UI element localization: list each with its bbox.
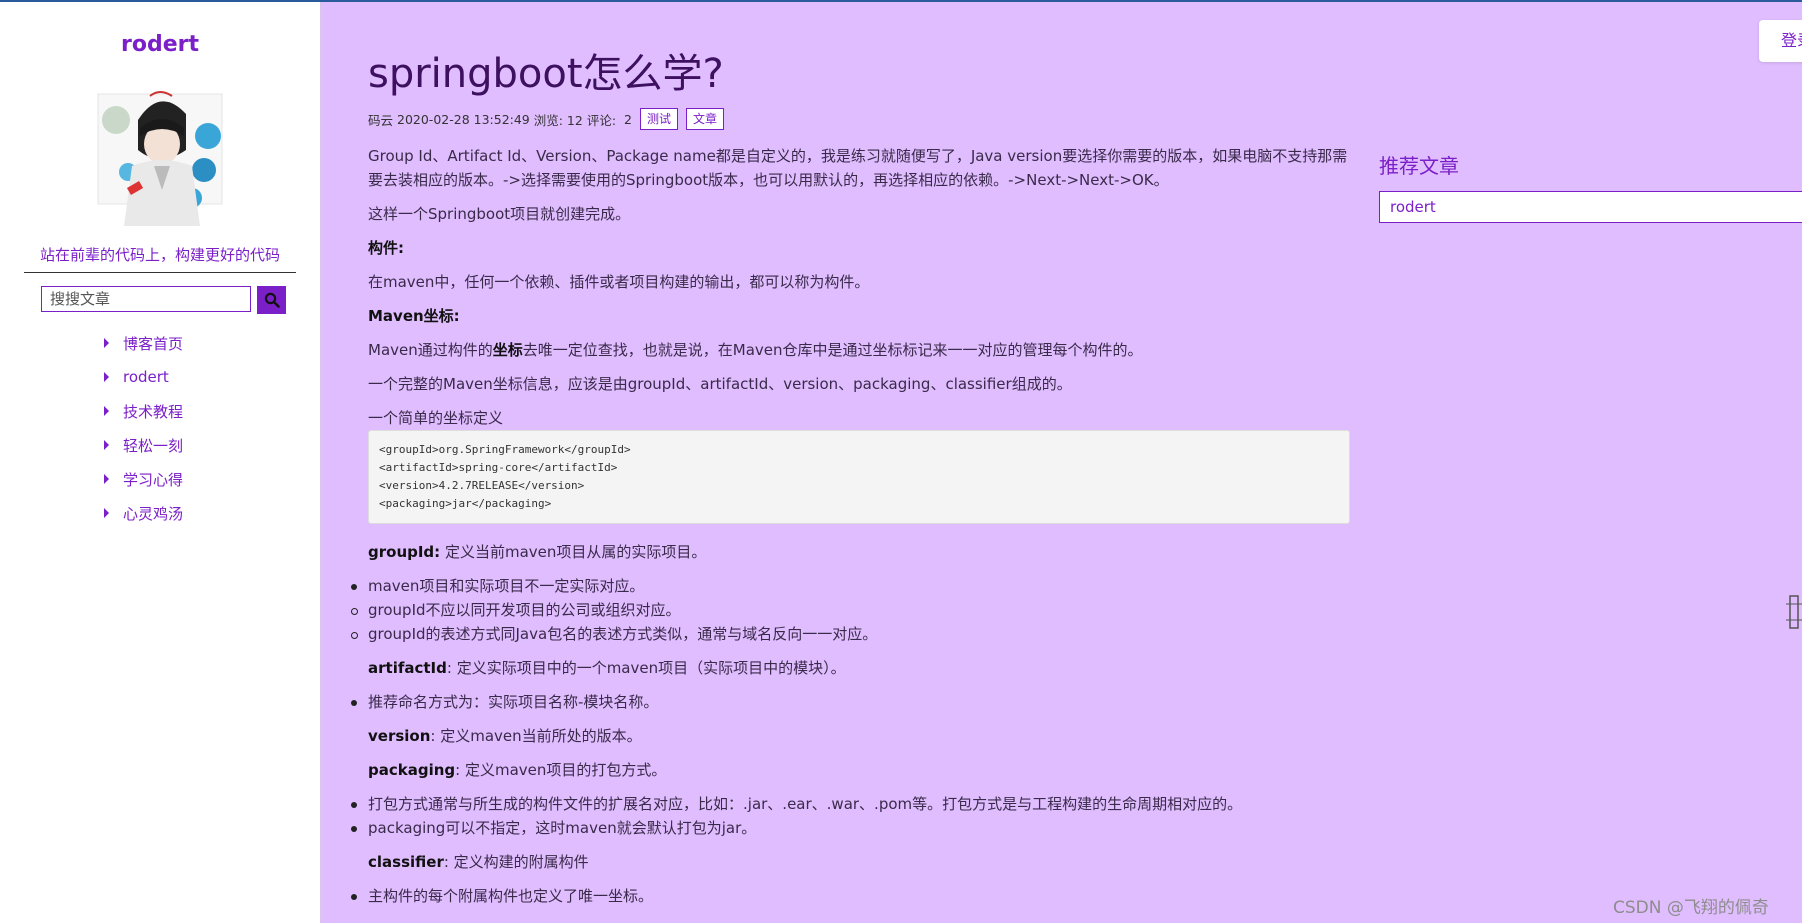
paragraph: 在maven中，任何一个依赖、插件或者项目构建的输出，都可以称为构件。 bbox=[368, 273, 870, 291]
site-slogan: 站在前辈的代码上，构建更好的代码 bbox=[24, 244, 296, 273]
paragraph: 这样一个Springboot项目就创建完成。 bbox=[368, 205, 631, 223]
meta-date: 2020-02-28 13:52:49 bbox=[397, 111, 530, 127]
meta-author: 码云 bbox=[368, 112, 394, 128]
search-icon bbox=[264, 292, 280, 308]
classifier-list: 主构件的每个附属构件也定义了唯一坐标。 bbox=[351, 884, 1350, 908]
nav-item-label: 学习心得 bbox=[123, 470, 184, 489]
caret-right-icon bbox=[104, 372, 109, 382]
paragraph: 一个完整的Maven坐标信息，应该是由groupId、artifactId、ve… bbox=[368, 375, 1072, 393]
nav-item-label: 轻松一刻 bbox=[123, 436, 184, 455]
nav-item-label: rodert bbox=[123, 368, 169, 386]
definition: : 定义maven当前所处的版本。 bbox=[430, 727, 642, 745]
meta-comment-count: 2 bbox=[624, 111, 632, 127]
nav-item-label: 博客首页 bbox=[123, 334, 184, 353]
sidebar: rodert 站在前辈的代码上，构建更好的代码 博客首页 rodert 技术教程… bbox=[0, 2, 321, 923]
meta-comments-label: 评论: bbox=[586, 112, 617, 128]
tag-article[interactable]: 文章 bbox=[685, 108, 724, 130]
recommend-item[interactable]: rodert bbox=[1379, 191, 1802, 223]
term: classifier bbox=[368, 853, 444, 871]
definition: : 定义实际项目中的一个maven项目（实际项目中的模块）。 bbox=[446, 659, 846, 677]
nav-item-label: 技术教程 bbox=[123, 402, 184, 421]
article-meta: 码云 2020-02-28 13:52:49 浏览: 12 评论: 2 测试 文… bbox=[368, 108, 1350, 130]
paragraph: 一个简单的坐标定义 bbox=[368, 409, 504, 427]
section-heading: 构件: bbox=[368, 236, 1350, 260]
caret-right-icon bbox=[104, 508, 109, 518]
watermark: CSDN @飞翔的佩奇 bbox=[1613, 898, 1769, 918]
heading-text: Maven坐标: bbox=[368, 307, 460, 325]
list-item: 主构件的每个附属构件也定义了唯一坐标。 bbox=[351, 884, 1350, 908]
article: springboot怎么学? 码云 2020-02-28 13:52:49 浏览… bbox=[351, 50, 1350, 918]
paragraph: Maven通过构件的坐标去唯一定位查找，也就是说，在Maven仓库中是通过坐标标… bbox=[368, 338, 1350, 362]
nav-item-home[interactable]: 博客首页 bbox=[104, 326, 183, 360]
site-title[interactable]: rodert bbox=[0, 32, 320, 57]
section-heading: Maven坐标: bbox=[368, 304, 1350, 328]
nav-item-notes[interactable]: 学习心得 bbox=[104, 462, 183, 496]
list-item: maven项目和实际项目不一定实际对应。 bbox=[351, 574, 1350, 598]
term: groupId: bbox=[368, 543, 441, 561]
search-bar bbox=[41, 286, 286, 314]
caret-right-icon bbox=[104, 406, 109, 416]
list-item: 打包方式通常与所生成的构件文件的扩展名对应，比如：.jar、.ear、.war、… bbox=[351, 792, 1350, 816]
text: Maven通过构件的 bbox=[368, 341, 493, 359]
search-button[interactable] bbox=[257, 286, 286, 314]
meta-views: 浏览: 12 bbox=[533, 112, 583, 128]
definition: : 定义构建的附属构件 bbox=[443, 853, 589, 871]
sidebar-nav: 博客首页 rodert 技术教程 轻松一刻 学习心得 心灵鸡汤 bbox=[104, 326, 183, 530]
caret-right-icon bbox=[104, 338, 109, 348]
bold-text: 坐标 bbox=[492, 341, 523, 359]
artifactid-list: 推荐命名方式为：实际项目名称-模块名称。 bbox=[351, 690, 1350, 714]
code-block: <groupId>org.SpringFramework</groupId> <… bbox=[368, 430, 1350, 524]
term: packaging bbox=[368, 761, 456, 779]
paragraph: Group Id、Artifact Id、Version、Package nam… bbox=[368, 147, 1348, 189]
heading-text: 构件: bbox=[368, 239, 404, 257]
nav-item-rodert[interactable]: rodert bbox=[104, 360, 183, 394]
definition: 定义当前maven项目从属的实际项目。 bbox=[440, 543, 707, 561]
drag-handle-icon[interactable] bbox=[1786, 594, 1802, 630]
caret-right-icon bbox=[104, 440, 109, 450]
term: artifactId bbox=[368, 659, 447, 677]
term: version bbox=[368, 727, 431, 745]
groupid-list: maven项目和实际项目不一定实际对应。 groupId不应以同开发项目的公司或… bbox=[351, 574, 1350, 646]
list-item: 推荐命名方式为：实际项目名称-模块名称。 bbox=[351, 690, 1350, 714]
nav-item-relax[interactable]: 轻松一刻 bbox=[104, 428, 183, 462]
definition-packaging: packaging: 定义maven项目的打包方式。 bbox=[368, 758, 1350, 782]
article-title: springboot怎么学? bbox=[368, 51, 724, 97]
search-input[interactable] bbox=[41, 286, 251, 312]
nav-item-tutorials[interactable]: 技术教程 bbox=[104, 394, 183, 428]
definition: : 定义maven项目的打包方式。 bbox=[455, 761, 667, 779]
list-item: groupId的表述方式同Java包名的表述方式类似，通常与域名反向一一对应。 bbox=[351, 622, 1350, 646]
recommend-title: 推荐文章 bbox=[1379, 154, 1459, 178]
tag-test[interactable]: 测试 bbox=[639, 108, 678, 130]
article-body: Group Id、Artifact Id、Version、Package nam… bbox=[351, 144, 1350, 908]
definition-groupid: groupId: 定义当前maven项目从属的实际项目。 bbox=[368, 540, 1350, 564]
nav-item-label: 心灵鸡汤 bbox=[123, 504, 184, 523]
nav-item-soup[interactable]: 心灵鸡汤 bbox=[104, 496, 183, 530]
packaging-list: 打包方式通常与所生成的构件文件的扩展名对应，比如：.jar、.ear、.war、… bbox=[351, 792, 1350, 840]
list-item: groupId不应以同开发项目的公司或组织对应。 bbox=[351, 598, 1350, 622]
definition-classifier: classifier: 定义构建的附属构件 bbox=[368, 850, 1350, 874]
caret-right-icon bbox=[104, 474, 109, 484]
avatar bbox=[97, 91, 223, 226]
definition-version: version: 定义maven当前所处的版本。 bbox=[368, 724, 1350, 748]
list-item-continuation: packaging可以不指定，这时maven就会默认打包为jar。 bbox=[351, 816, 1350, 840]
text: 去唯一定位查找，也就是说，在Maven仓库中是通过坐标标记来一一对应的管理每个构… bbox=[522, 341, 1143, 359]
login-button[interactable]: 登录 bbox=[1759, 20, 1802, 62]
definition-artifactid: artifactId: 定义实际项目中的一个maven项目（实际项目中的模块）。 bbox=[368, 656, 1350, 680]
